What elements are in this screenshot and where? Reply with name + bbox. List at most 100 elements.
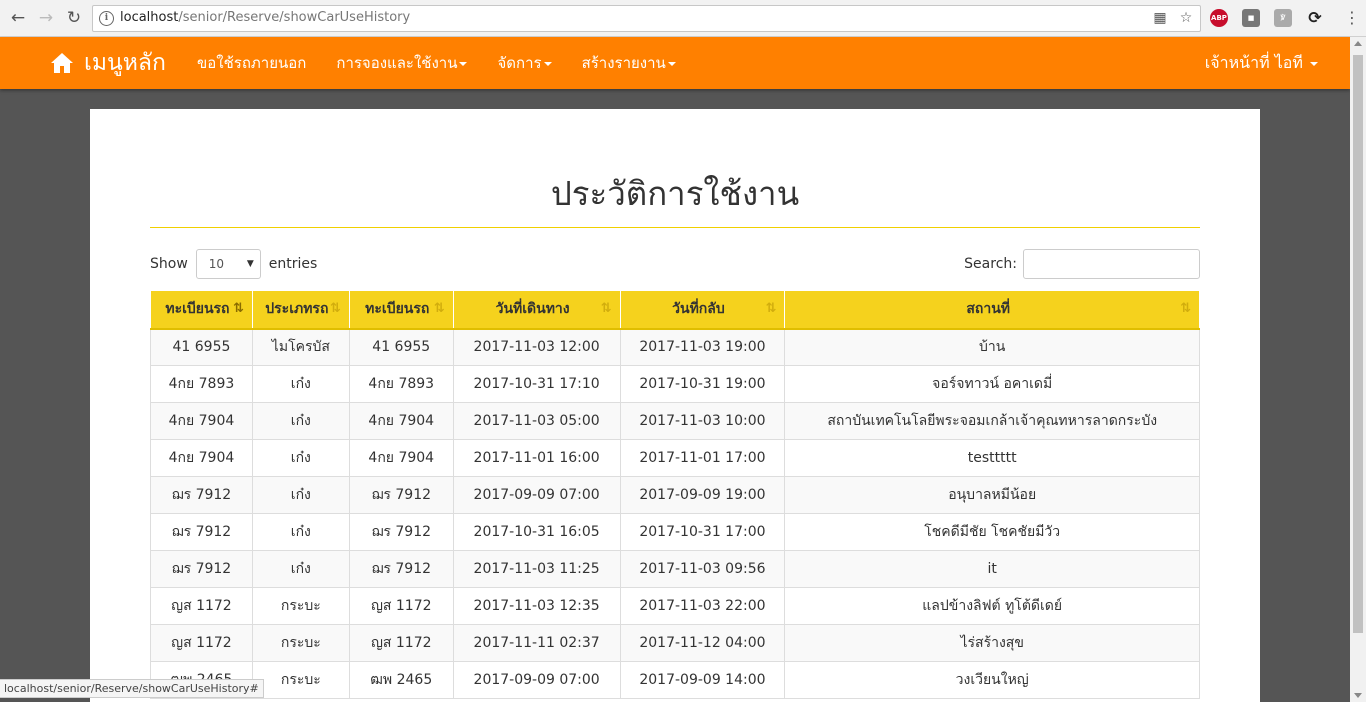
header-return-date[interactable]: วันที่กลับ ⇅ [619,290,786,330]
table-row: 41 6955 ไมโครบัส 41 6955 2017-11-03 12:0… [150,328,1200,366]
cell-return-date: 2017-11-03 19:00 [619,328,786,366]
cell-return-date: 2017-09-09 19:00 [619,476,786,514]
page-length-value: 10 [208,257,225,271]
cell-car-type: เก๋ง [251,550,350,588]
brand-home-link[interactable]: เมนูหลัก [50,47,166,79]
cell-plate-2: ฒพ 2465 [348,661,454,699]
cell-depart-date: 2017-11-11 02:37 [452,624,621,662]
header-label: ประเภทรถ [265,301,329,318]
select-arrow-icon: ▼ [246,259,254,269]
cell-location: โชคดีมีชัย โชคชัยมีวัว [784,513,1200,551]
table-row: ฌร 7912 เก๋ง ฌร 7912 2017-10-31 16:05 20… [150,513,1200,551]
cell-plate-2: ฌร 7912 [348,550,454,588]
user-menu-dropdown[interactable]: เจ้าหน้าที่ ไอที [1205,37,1318,89]
header-label: ทะเบียนรถ [365,301,430,318]
page-length-select[interactable]: 10 ▼ [195,249,261,279]
page-length-control: Show 10 ▼ entries [150,249,317,279]
nav-label: สร้างรายงาน [581,54,666,72]
pdf-extension-icon[interactable]: ℣ [1274,9,1292,27]
scroll-down-arrow-icon[interactable] [1354,693,1362,698]
back-arrow-icon[interactable]: ← [8,8,28,28]
cell-location: it [784,550,1200,588]
search-input[interactable] [1023,249,1200,279]
cell-depart-date: 2017-11-03 12:35 [452,587,621,625]
url-text[interactable]: localhost/senior/Reserve/showCarUseHisto… [120,10,410,25]
caret-down-icon [1310,61,1318,66]
scroll-up-arrow-icon[interactable] [1354,41,1362,46]
sort-icon: ⇅ [765,301,777,316]
cell-depart-date: 2017-10-31 16:05 [452,513,621,551]
cell-plate: ฌร 7912 [150,476,253,514]
user-label: เจ้าหน้าที่ ไอที [1204,53,1303,72]
page-scrollbar[interactable] [1350,37,1366,702]
header-plate-2[interactable]: ทะเบียนรถ ⇅ [348,290,454,330]
header-label: วันที่กลับ [672,301,725,318]
cell-car-type: กระบะ [251,587,350,625]
address-bar[interactable]: i localhost/senior/Reserve/showCarUseHis… [92,5,1201,32]
cell-location: จอร์จทาวน์ อคาเดมี่ [784,365,1200,403]
cell-plate-2: ฌร 7912 [348,476,454,514]
translate-icon[interactable]: ▦ [1152,9,1168,27]
table-row: 4กย 7904 เก๋ง 4กย 7904 2017-11-03 05:00 … [150,402,1200,440]
adblock-icon[interactable]: ABP [1210,9,1228,27]
cell-plate: 4กย 7904 [150,402,253,440]
cell-car-type: เก๋ง [251,476,350,514]
caret-down-icon [667,61,676,66]
nav-label: จัดการ [497,54,542,72]
header-label: วันที่เดินทาง [495,301,570,318]
cell-return-date: 2017-11-12 04:00 [619,624,786,662]
cell-return-date: 2017-10-31 19:00 [619,365,786,403]
cell-car-type: ไมโครบัส [251,328,350,366]
browser-menu-icon[interactable]: ⋮ [1344,8,1360,28]
header-label: สถานที่ [966,301,1011,318]
cell-plate-2: 4กย 7893 [348,365,454,403]
cell-location: testtttt [784,439,1200,477]
bookmark-star-icon[interactable]: ☆ [1178,9,1194,27]
reload-icon[interactable]: ↻ [64,8,84,28]
cell-depart-date: 2017-09-09 07:00 [452,476,621,514]
cell-location: ไร่สร้างสุข [784,624,1200,662]
header-location[interactable]: สถานที่ ⇅ [784,290,1200,330]
cell-depart-date: 2017-11-03 12:00 [452,328,621,366]
nav-external-car-request[interactable]: ขอใช้รถภายนอก [182,37,321,89]
header-car-type[interactable]: ประเภทรถ ⇅ [251,290,350,330]
forward-arrow-icon[interactable]: → [36,8,56,28]
cell-plate: ฌร 7912 [150,550,253,588]
nav-report-dropdown[interactable]: สร้างรายงาน [567,37,691,89]
cell-plate-2: 4กย 7904 [348,402,454,440]
search-label: Search: [964,256,1017,272]
cell-plate: 4กย 7904 [150,439,253,477]
page-title: ประวัติการใช้งาน [550,174,800,213]
header-plate[interactable]: ทะเบียนรถ ⇅ [150,290,253,330]
cell-return-date: 2017-11-03 09:56 [619,550,786,588]
cell-car-type: กระบะ [251,624,350,662]
cell-car-type: เก๋ง [251,439,350,477]
scroll-thumb[interactable] [1353,55,1363,633]
cell-plate-2: 41 6955 [348,328,454,366]
cell-plate: 41 6955 [150,328,253,366]
nav-manage-dropdown[interactable]: จัดการ [482,37,566,89]
cell-plate: 4กย 7893 [150,365,253,403]
pocket-extension-icon[interactable]: ■ [1242,9,1260,27]
cell-return-date: 2017-11-03 10:00 [619,402,786,440]
top-navbar: เมนูหลัก ขอใช้รถภายนอก การจองและใช้งาน จ… [0,37,1350,89]
nav-booking-dropdown[interactable]: การจองและใช้งาน [321,37,482,89]
entries-label: entries [268,256,318,272]
url-host: localhost [120,10,179,25]
url-path: /senior/Reserve/showCarUseHistory [178,10,411,25]
cell-return-date: 2017-10-31 17:00 [619,513,786,551]
browser-toolbar: ← → ↻ i localhost/senior/Reserve/showCar… [0,0,1366,37]
header-label: ทะเบียนรถ [165,301,230,318]
nav-label: การจองและใช้งาน [336,54,458,72]
content-panel: ประวัติการใช้งาน Show 10 ▼ entries Search… [90,109,1260,702]
table-row: ฌร 7912 เก๋ง ฌร 7912 2017-11-03 11:25 20… [150,550,1200,588]
info-icon[interactable]: i [99,11,114,26]
cell-car-type: เก๋ง [251,365,350,403]
cell-plate-2: ญส 1172 [348,587,454,625]
title-divider [150,227,1200,228]
history-table: ทะเบียนรถ ⇅ ประเภทรถ ⇅ ทะเบียนรถ ⇅ วันที่เด… [150,290,1200,699]
header-depart-date[interactable]: วันที่เดินทาง ⇅ [452,290,621,330]
sync-extension-icon[interactable]: ⟳ [1306,9,1324,27]
sort-icon: ⇅ [1180,301,1191,316]
brand-label: เมนูหลัก [84,50,166,76]
